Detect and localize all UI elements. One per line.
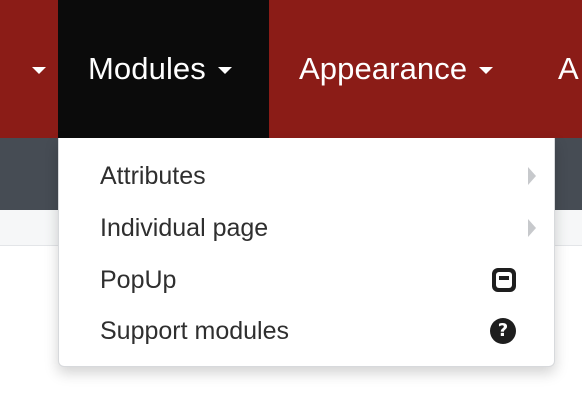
caret-down-icon <box>217 67 232 74</box>
chevron-right-icon <box>528 219 536 237</box>
nav-item-appearance[interactable]: Appearance <box>269 0 494 138</box>
caret-down-icon <box>479 67 494 74</box>
menu-item-popup-label: PopUp <box>100 265 177 294</box>
menu-item-individual-page[interactable]: Individual page <box>59 203 556 253</box>
top-navigation-bar: Modules Appearance A <box>0 0 582 138</box>
menu-item-popup[interactable]: PopUp <box>59 255 556 305</box>
menu-item-support-modules[interactable]: Support modules ? <box>59 306 556 356</box>
caret-down-icon <box>32 67 46 74</box>
nav-item-modules-label: Modules <box>88 51 206 86</box>
nav-item-previous[interactable] <box>0 0 58 138</box>
nav-item-appearance-label: Appearance <box>299 51 468 86</box>
help-circle-icon: ? <box>490 318 516 344</box>
menu-item-individual-page-label: Individual page <box>100 213 269 242</box>
popup-window-icon <box>492 268 516 292</box>
menu-item-attributes-label: Attributes <box>100 161 206 190</box>
chevron-right-icon <box>528 167 536 185</box>
nav-item-next-label: A <box>558 51 579 86</box>
menu-item-support-modules-label: Support modules <box>100 316 290 345</box>
nav-item-modules[interactable]: Modules <box>58 0 269 138</box>
modules-dropdown-menu: Attributes Individual page PopUp Support… <box>58 138 555 367</box>
nav-item-next[interactable]: A <box>558 0 579 138</box>
menu-item-attributes[interactable]: Attributes <box>59 151 556 201</box>
